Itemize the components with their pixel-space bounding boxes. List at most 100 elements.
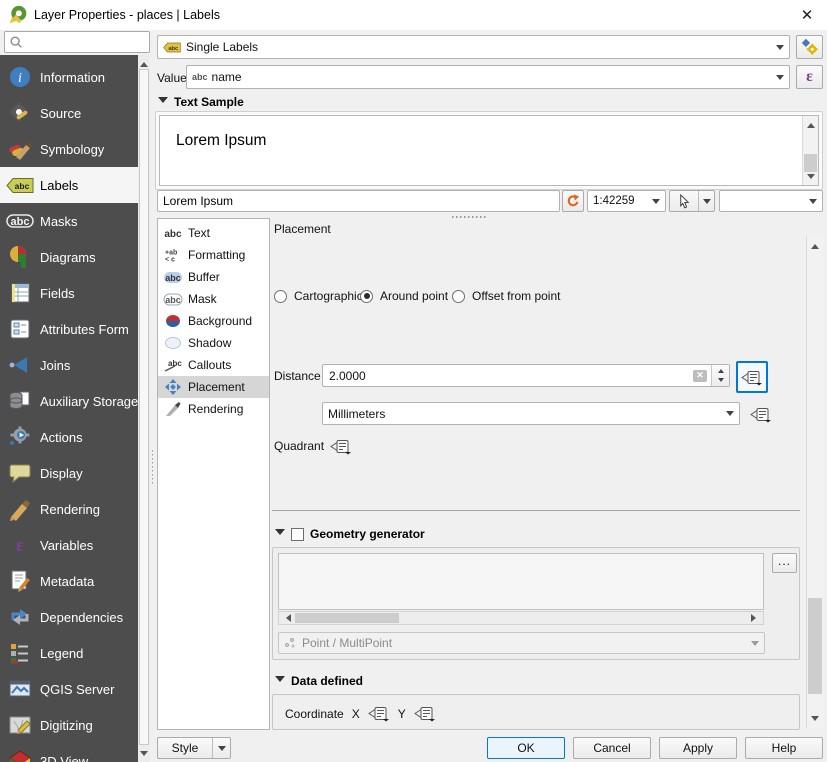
- preview-scroll-down-icon[interactable]: [803, 172, 818, 184]
- tab-shadow[interactable]: Shadow: [158, 332, 269, 354]
- distance-data-defined-override-button[interactable]: [736, 361, 768, 393]
- spin-down-icon[interactable]: [718, 378, 724, 385]
- preview-scrollbar[interactable]: [802, 116, 818, 185]
- geometry-expression-area[interactable]: [278, 553, 764, 610]
- sidebar-item-dependencies[interactable]: Dependencies: [0, 599, 138, 635]
- clear-icon[interactable]: ✕: [693, 370, 707, 382]
- radio-around-point[interactable]: Around point: [360, 289, 448, 303]
- preview-scroll-up-icon[interactable]: [803, 117, 818, 129]
- sidebar-item-source[interactable]: Source: [0, 95, 138, 131]
- label-mode-combo[interactable]: abc Single Labels: [157, 35, 790, 59]
- tab-formatting[interactable]: +ab< c Formatting: [158, 244, 269, 266]
- sidebar-item-3d-view[interactable]: 3D View: [0, 743, 138, 762]
- sidebar-scroll-down-icon[interactable]: [138, 749, 150, 761]
- preview-scroll-thumb[interactable]: [804, 154, 817, 172]
- radio-icon[interactable]: [360, 290, 373, 303]
- expression-more-button[interactable]: ...: [772, 553, 797, 573]
- close-icon[interactable]: ✕: [794, 4, 820, 26]
- sidebar-item-fields[interactable]: Fields: [0, 275, 138, 311]
- sidebar-item-auxiliary-storage[interactable]: Auxiliary Storage: [0, 383, 138, 419]
- sidebar-item-qgis-server[interactable]: QGIS Server: [0, 671, 138, 707]
- sidebar-scroll-up-icon[interactable]: [138, 56, 150, 68]
- distance-units-combo[interactable]: Millimeters: [322, 402, 740, 425]
- data-defined-override-icon: [741, 369, 763, 386]
- point-geometry-icon: [284, 637, 296, 649]
- sidebar-item-symbology[interactable]: Symbology: [0, 131, 138, 167]
- reset-sample-button[interactable]: [562, 190, 584, 212]
- tab-background[interactable]: Background: [158, 310, 269, 332]
- map-settings-button[interactable]: [669, 190, 715, 212]
- quadrant-label: Quadrant: [274, 439, 324, 453]
- sidebar-item-joins[interactable]: Joins: [0, 347, 138, 383]
- geometry-generator-header[interactable]: Geometry generator: [275, 527, 425, 541]
- coordinate-x-override-button[interactable]: [368, 705, 390, 722]
- distance-spinbox[interactable]: 2.0000 ✕: [322, 364, 730, 387]
- spinner-arrows[interactable]: [711, 365, 729, 386]
- splitter-handle[interactable]: [152, 450, 154, 486]
- preview-scale-combo[interactable]: 1:42259: [587, 190, 666, 212]
- units-data-defined-override-button[interactable]: [748, 404, 774, 424]
- text-sample-header[interactable]: Text Sample: [158, 95, 244, 109]
- coordinate-y-override-button[interactable]: [414, 705, 436, 722]
- sidebar-item-labels[interactable]: abc Labels: [0, 167, 138, 203]
- value-field-combo[interactable]: abc name: [186, 65, 790, 89]
- content-scroll-thumb[interactable]: [808, 598, 822, 694]
- radio-offset-from-point[interactable]: Offset from point: [452, 289, 560, 303]
- tab-text[interactable]: abc Text: [158, 222, 269, 244]
- spin-up-icon[interactable]: [718, 366, 724, 373]
- help-button[interactable]: Help: [745, 737, 823, 759]
- sidebar-item-metadata[interactable]: Metadata: [0, 563, 138, 599]
- tab-rendering[interactable]: Rendering: [158, 398, 269, 420]
- ok-button[interactable]: OK: [487, 737, 565, 759]
- sidebar-item-variables[interactable]: ε Variables: [0, 527, 138, 563]
- style-dropdown-icon[interactable]: [212, 738, 230, 758]
- splitter-handle[interactable]: [452, 216, 486, 218]
- sidebar-item-diagrams[interactable]: Diagrams: [0, 239, 138, 275]
- metadata-icon: [0, 569, 40, 593]
- sidebar-item-digitizing[interactable]: Digitizing: [0, 707, 138, 743]
- content-scrollbar[interactable]: [806, 236, 823, 728]
- collapse-arrow-icon: [275, 529, 285, 540]
- apply-button[interactable]: Apply: [659, 737, 737, 759]
- sample-text-input[interactable]: [157, 190, 560, 212]
- scroll-right-icon[interactable]: [749, 612, 762, 624]
- sidebar-item-legend[interactable]: Legend: [0, 635, 138, 671]
- scroll-left-icon[interactable]: [280, 612, 293, 624]
- sidebar-item-actions[interactable]: Actions: [0, 419, 138, 455]
- tab-placement[interactable]: Placement: [158, 376, 269, 398]
- sidebar-item-information[interactable]: i Information: [0, 59, 138, 95]
- style-menu-button[interactable]: Style: [157, 737, 231, 759]
- sidebar-item-display[interactable]: Display: [0, 455, 138, 491]
- tab-buffer[interactable]: abc Buffer: [158, 266, 269, 288]
- quadrant-data-defined-override-button[interactable]: [328, 436, 354, 456]
- hscroll-thumb[interactable]: [295, 613, 399, 623]
- radio-cartographic[interactable]: Cartographic: [274, 289, 363, 303]
- expression-builder-button[interactable]: ε: [796, 65, 823, 89]
- coordinate-label: Coordinate: [285, 707, 344, 721]
- content-scroll-up-icon[interactable]: [807, 238, 823, 250]
- geometry-type-combo[interactable]: Point / MultiPoint: [278, 632, 765, 654]
- sidebar-item-attributes-form[interactable]: Attributes Form: [0, 311, 138, 347]
- cancel-button[interactable]: Cancel: [573, 737, 651, 759]
- masks-icon: abc: [0, 212, 40, 230]
- radio-icon[interactable]: [452, 290, 465, 303]
- sidebar-scroll-thumb[interactable]: [139, 69, 149, 745]
- content-scroll-down-icon[interactable]: [807, 714, 823, 726]
- tab-mask[interactable]: abc Mask: [158, 288, 269, 310]
- sidebar-scrollbar[interactable]: [138, 55, 150, 762]
- background-color-combo[interactable]: [719, 190, 823, 212]
- shadow-tab-icon: [162, 336, 184, 350]
- map-settings-dropdown[interactable]: [698, 191, 714, 211]
- data-defined-header[interactable]: Data defined: [275, 674, 363, 688]
- sidebar-item-masks[interactable]: abc Masks: [0, 203, 138, 239]
- labeling-tabs-panel: abc Text +ab< c Formatting abc Buffer ab…: [157, 218, 270, 730]
- search-input[interactable]: [26, 34, 145, 50]
- geometry-generator-checkbox[interactable]: [291, 528, 304, 541]
- geometry-expression-hscrollbar[interactable]: [278, 611, 764, 625]
- radio-icon[interactable]: [274, 290, 287, 303]
- chevron-down-icon: [776, 75, 784, 84]
- auto-placement-settings-button[interactable]: [796, 35, 823, 59]
- information-icon: i: [0, 65, 40, 89]
- sidebar-item-rendering[interactable]: Rendering: [0, 491, 138, 527]
- tab-callouts[interactable]: abc Callouts: [158, 354, 269, 376]
